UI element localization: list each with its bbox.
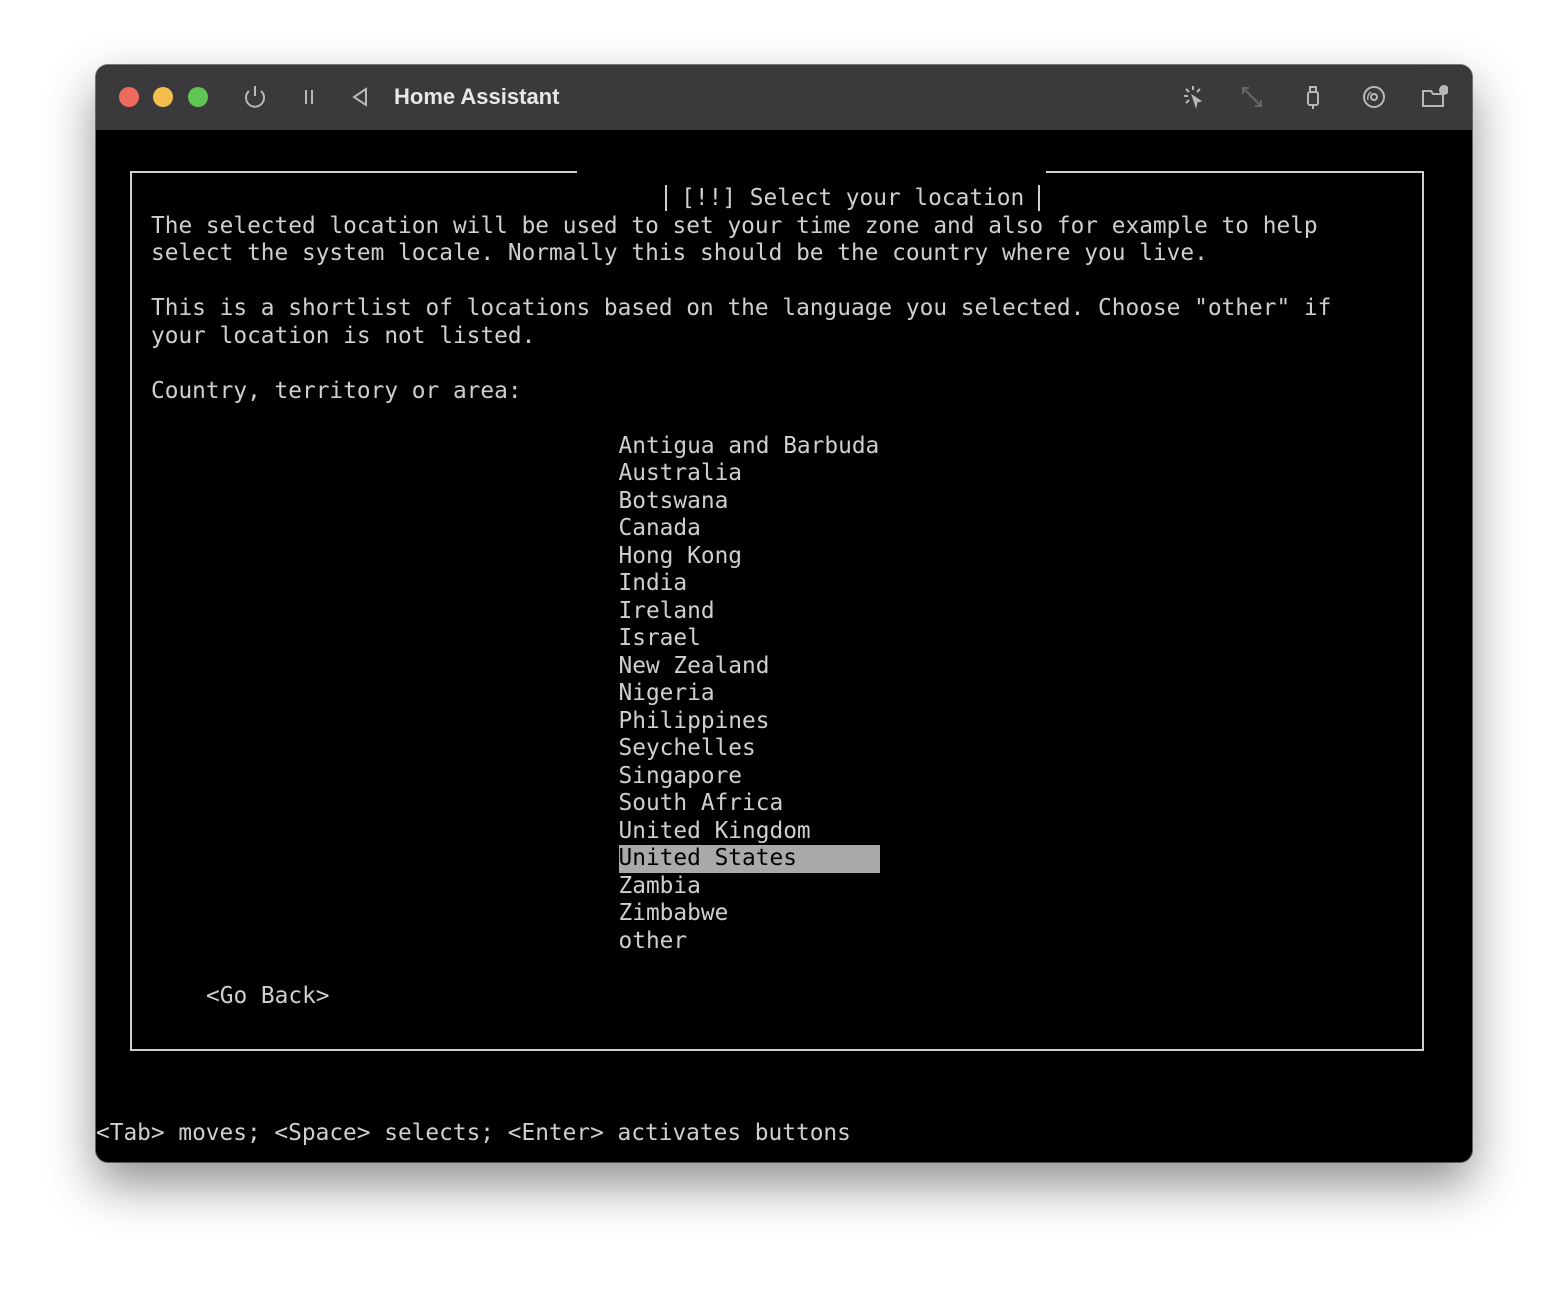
country-option[interactable]: Botswana <box>619 488 729 516</box>
country-option[interactable]: Ireland <box>619 598 715 626</box>
dialog-title-bar: [!!] Select your location <box>577 157 1046 185</box>
country-option[interactable]: Israel <box>619 625 701 653</box>
country-option-selected[interactable]: United States <box>619 845 880 873</box>
country-option[interactable]: Antigua and Barbuda <box>619 433 880 461</box>
terminal-screen: [!!] Select your location The selected l… <box>96 130 1472 1162</box>
usb-icon[interactable] <box>1299 83 1327 111</box>
country-option[interactable]: Nigeria <box>619 680 715 708</box>
country-option[interactable]: Zimbabwe <box>619 900 729 928</box>
description-line: This is a shortlist of locations based o… <box>151 295 1331 323</box>
description-line: your location is not listed. <box>151 323 535 351</box>
country-option[interactable]: Philippines <box>619 708 770 736</box>
list-label: Country, territory or area: <box>151 378 522 406</box>
window-title: Home Assistant <box>394 83 559 111</box>
country-option[interactable]: Australia <box>619 460 743 488</box>
vm-window: Home Assistant [!!] Select your location… <box>96 65 1472 1162</box>
title-bar: Home Assistant <box>96 65 1472 130</box>
country-option[interactable]: Zambia <box>619 873 701 901</box>
status-line: <Tab> moves; <Space> selects; <Enter> ac… <box>96 1120 851 1148</box>
minimize-button[interactable] <box>153 87 173 107</box>
country-option[interactable]: Singapore <box>619 763 743 791</box>
description-line: select the system locale. Normally this … <box>151 240 1208 268</box>
country-option[interactable]: Hong Kong <box>619 543 743 571</box>
zoom-button[interactable] <box>188 87 208 107</box>
country-option[interactable]: India <box>619 570 688 598</box>
country-option[interactable]: other <box>619 928 688 956</box>
capture-pointer-icon[interactable] <box>1179 83 1207 111</box>
pause-icon[interactable] <box>295 83 323 111</box>
country-option[interactable]: United Kingdom <box>619 818 811 846</box>
go-back-button[interactable]: <Go Back> <box>206 983 330 1011</box>
resize-arrows-icon[interactable] <box>1238 83 1266 111</box>
country-option[interactable]: Seychelles <box>619 735 756 763</box>
country-option[interactable]: South Africa <box>619 790 784 818</box>
back-triangle-icon[interactable] <box>346 83 374 111</box>
country-option[interactable]: New Zealand <box>619 653 770 681</box>
shared-folder-icon[interactable] <box>1420 83 1448 111</box>
country-option[interactable]: Canada <box>619 515 701 543</box>
power-icon[interactable] <box>241 83 269 111</box>
description-line: The selected location will be used to se… <box>151 213 1318 241</box>
disc-icon[interactable] <box>1360 83 1388 111</box>
dialog-title: [!!] Select your location <box>681 185 1024 211</box>
close-button[interactable] <box>119 87 139 107</box>
